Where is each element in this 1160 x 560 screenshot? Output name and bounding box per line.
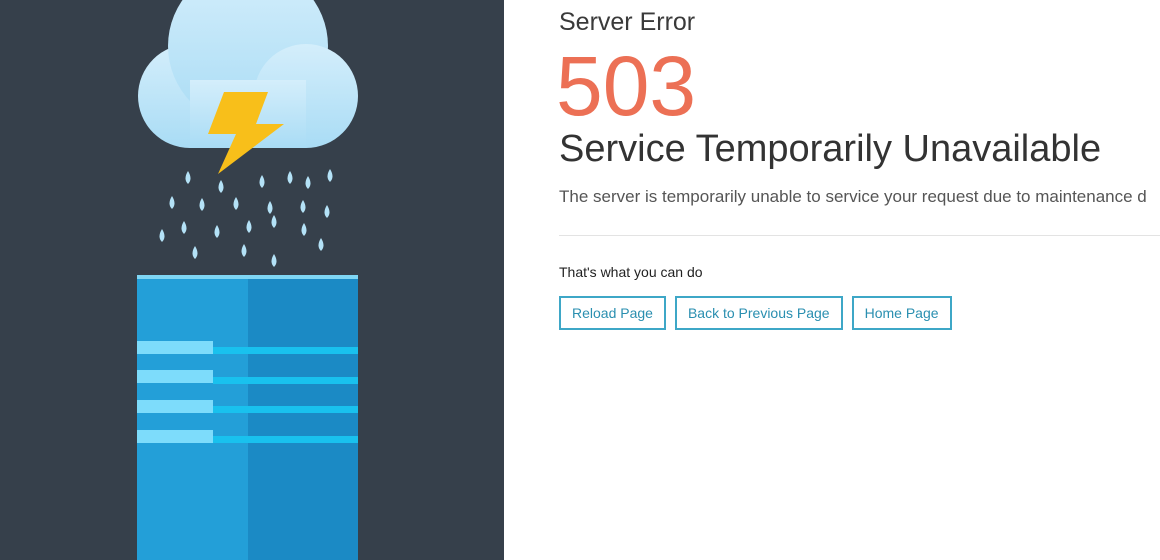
raindrop-icon bbox=[246, 220, 252, 233]
raindrops-icon bbox=[159, 169, 333, 267]
raindrop-icon bbox=[181, 221, 187, 234]
server-icon bbox=[137, 275, 358, 560]
raindrop-icon bbox=[199, 198, 205, 211]
raindrop-icon bbox=[305, 176, 311, 189]
error-page: Server Error 503 Service Temporarily Una… bbox=[0, 0, 1160, 560]
raindrop-icon bbox=[259, 175, 265, 188]
raindrop-icon bbox=[327, 169, 333, 182]
raindrop-icon bbox=[218, 180, 224, 193]
error-code: 503 bbox=[559, 39, 697, 133]
raindrop-icon bbox=[159, 229, 165, 242]
error-label: Server Error bbox=[559, 8, 696, 36]
error-content: Server Error 503 Service Temporarily Una… bbox=[559, 0, 1160, 560]
raindrop-icon bbox=[267, 201, 273, 214]
raindrop-icon bbox=[301, 223, 307, 236]
raindrop-icon bbox=[300, 200, 306, 213]
divider bbox=[559, 235, 1160, 236]
reload-page-button[interactable]: Reload Page bbox=[559, 296, 666, 330]
actions-heading: That's what you can do bbox=[559, 264, 703, 280]
raindrop-icon bbox=[192, 246, 198, 259]
raindrop-icon bbox=[287, 171, 293, 184]
illustration-svg bbox=[137, 0, 358, 560]
raindrop-icon bbox=[271, 215, 277, 228]
back-to-previous-page-button[interactable]: Back to Previous Page bbox=[674, 296, 843, 330]
action-buttons: Reload Page Back to Previous Page Home P… bbox=[559, 296, 952, 330]
raindrop-icon bbox=[233, 197, 239, 210]
error-title: Service Temporarily Unavailable bbox=[559, 128, 1102, 170]
error-description: The server is temporarily unable to serv… bbox=[559, 187, 1147, 206]
illustration-panel bbox=[0, 0, 504, 560]
home-page-button[interactable]: Home Page bbox=[851, 296, 952, 330]
raindrop-icon bbox=[185, 171, 191, 184]
raindrop-icon bbox=[324, 205, 330, 218]
raindrop-icon bbox=[169, 196, 175, 209]
raindrop-icon bbox=[214, 225, 220, 238]
raindrop-icon bbox=[318, 238, 324, 251]
raindrop-icon bbox=[271, 254, 277, 267]
raindrop-icon bbox=[241, 244, 247, 257]
